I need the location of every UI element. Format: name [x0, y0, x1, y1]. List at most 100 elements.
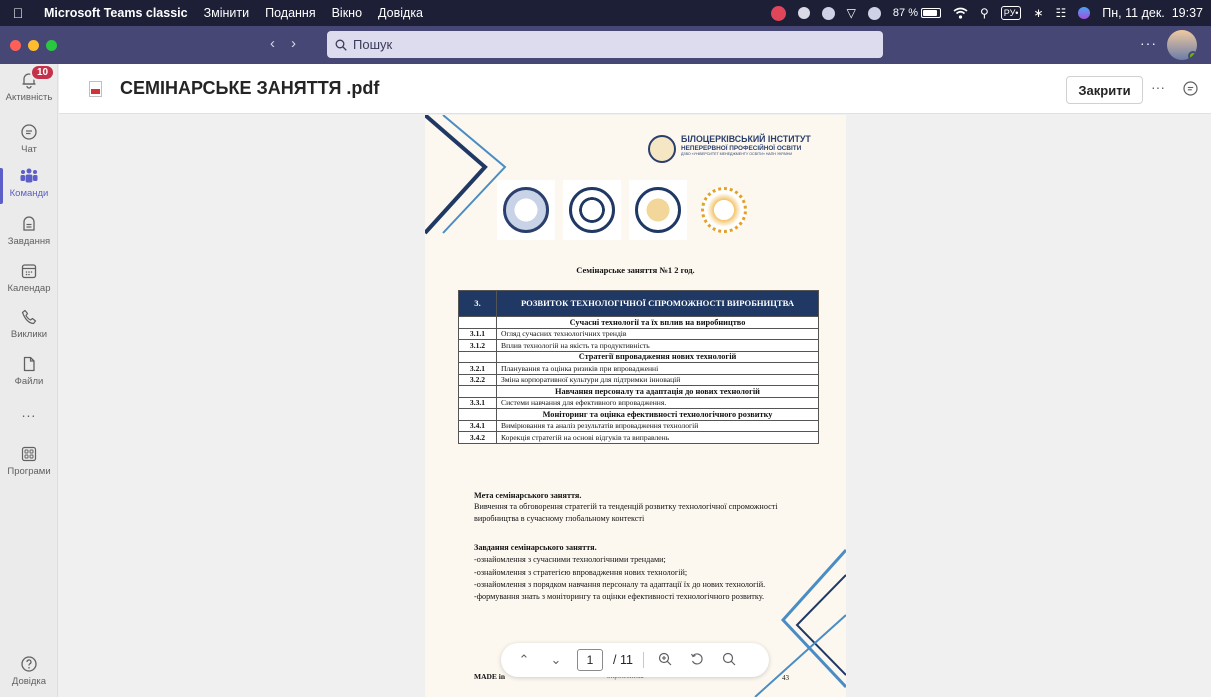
page-number-input[interactable]: 1 — [577, 649, 603, 671]
rail-label-calls: Виклики — [10, 329, 48, 340]
institute-line-3: ДЗВО «УНІВЕРСИТЕТ МЕНЕДЖМЕНТУ ОСВІТИ» НА… — [681, 151, 793, 156]
battery-icon — [920, 8, 941, 18]
file-header: СЕМІНАРСЬКЕ ЗАНЯТТЯ .pdf Закрити ··· — [59, 64, 1211, 114]
battery-indicator[interactable]: 87 % — [893, 7, 941, 19]
vpn-status-icon[interactable]: ▽ — [847, 6, 856, 20]
footer-made-in: MADE in — [474, 672, 506, 681]
tasks-heading: Завдання семінарського заняття. — [474, 543, 597, 552]
program-row-number: 3.1.1 — [458, 327, 497, 340]
pdf-viewer[interactable]: БІЛОЦЕРКІВСЬКИЙ ІНСТИТУТ НЕПЕРЕРВНОЇ ПРО… — [59, 115, 1211, 697]
program-row-topic: Планування та оцінка ризиків при впровад… — [496, 362, 819, 375]
program-subsection-row: Сучасні технології та їх вплив на виробн… — [458, 316, 819, 329]
program-table-header: 3. РОЗВИТОК ТЕХНОЛОГІЧНОЇ СПРОМОЖНОСТІ В… — [458, 290, 819, 317]
program-row-number: 3.4.1 — [458, 419, 497, 432]
cloud-status-icon[interactable] — [867, 6, 881, 20]
table-row: 3.4.2 Корекція стратегій на основі відгук… — [458, 431, 819, 444]
heart-status-icon[interactable] — [770, 5, 786, 21]
table-row: 3.2.1 Планування та оцінка ризиків при вп… — [458, 362, 819, 375]
battery-percent: 87 % — [892, 7, 918, 19]
more-options-icon[interactable]: ··· — [1151, 79, 1165, 95]
partner-logo-3 — [629, 180, 687, 240]
titlebar-more-icon[interactable]: ··· — [1140, 35, 1157, 51]
program-subsection-row: Навчання персоналу та адаптація до нових… — [458, 385, 819, 398]
page-total: / 11 — [613, 653, 633, 667]
footer-page-number: 43 — [782, 674, 789, 682]
presence-available-icon — [1188, 51, 1197, 60]
partner-logos — [497, 180, 753, 240]
search-placeholder: Пошук — [353, 37, 393, 52]
control-center-icon[interactable]: ☷ — [1056, 6, 1067, 20]
program-row-number — [458, 316, 497, 329]
assignments-icon — [19, 214, 39, 234]
program-row-number: 3.2.2 — [458, 373, 497, 386]
rail-item-files[interactable]: Файли — [0, 354, 58, 387]
menu-edit[interactable]: Змінити — [196, 6, 258, 20]
previous-page-icon[interactable]: ⌃ — [513, 652, 535, 668]
siri-icon[interactable] — [1078, 7, 1091, 19]
close-window-button[interactable] — [10, 40, 21, 51]
spotlight-icon[interactable]: ⚲ — [980, 6, 989, 20]
rail-label-teams: Команди — [9, 188, 49, 199]
history-navigation: ‹ › — [270, 35, 296, 52]
table-row: 3.1.1 Огляд сучасних технологічних тренді… — [458, 327, 819, 340]
rail-item-calls[interactable]: Виклики — [0, 307, 58, 340]
program-row-topic: Системи навчання для ефективного впровад… — [496, 396, 819, 409]
rail-label-calendar: Календар — [7, 283, 51, 294]
rail-item-calendar[interactable]: Календар — [0, 261, 58, 294]
institute-line-2: НЕПЕРЕРВНОЇ ПРОФЕСІЙНОЇ ОСВІТИ — [681, 144, 802, 152]
program-subsection-title: Моніторинг та оцінка ефективності технол… — [496, 408, 819, 421]
rail-label-files: Файли — [14, 376, 44, 387]
partner-logo-2 — [563, 180, 621, 240]
program-subsection-title: Навчання персоналу та адаптація до нових… — [496, 385, 819, 398]
minimize-window-button[interactable] — [28, 40, 39, 51]
zoom-window-button[interactable] — [46, 40, 57, 51]
seminar-tasks: Завдання семінарського заняття. -ознайом… — [474, 542, 804, 603]
keyboard-layout-indicator[interactable]: РУ• — [1000, 6, 1022, 20]
search-input[interactable]: Пошук — [327, 31, 883, 58]
institute-logo — [648, 135, 676, 163]
rail-item-assignments[interactable]: Завдання — [0, 214, 58, 247]
next-page-icon[interactable]: ⌄ — [545, 652, 567, 668]
app-bar: 10 Активність Чат Команди Завдання Кален… — [0, 64, 58, 697]
table-row: 3.1.2 Вплив технологій на якість та проду… — [458, 339, 819, 352]
sync-status-icon[interactable] — [821, 6, 835, 20]
rail-item-chat[interactable]: Чат — [0, 122, 58, 155]
program-row-topic: Зміна корпоративної культури для підтрим… — [496, 373, 819, 386]
program-row-number: 3.3.1 — [458, 396, 497, 409]
close-button[interactable]: Закрити — [1066, 76, 1143, 104]
find-in-document-icon[interactable] — [718, 652, 740, 669]
wifi-icon[interactable] — [953, 7, 968, 19]
avatar[interactable] — [1167, 30, 1197, 60]
institute-name: БІЛОЦЕРКІВСЬКИЙ ІНСТИТУТ НЕПЕРЕРВНОЇ ПРО… — [681, 134, 811, 157]
menu-view[interactable]: Подання — [257, 6, 323, 20]
menu-window[interactable]: Вікно — [324, 6, 370, 20]
bluetooth-icon[interactable]: ∗ — [1033, 6, 1043, 20]
apple-icon[interactable]:  — [0, 5, 36, 21]
file-icon — [19, 354, 39, 374]
zoom-in-icon[interactable] — [654, 652, 676, 669]
teams-icon — [19, 166, 39, 186]
shield-status-icon[interactable] — [797, 7, 810, 19]
rail-item-help[interactable]: Довідка — [0, 654, 58, 687]
menubar-datetime[interactable]: Пн, 11 дек. 19:37 — [1102, 6, 1203, 20]
forward-arrow-icon[interactable]: › — [291, 35, 296, 52]
table-row: 3.3.1 Системи навчання для ефективного вп… — [458, 396, 819, 409]
partner-logo-1 — [497, 180, 555, 240]
goal-text: Вивчення та обговорення стратегій та тен… — [474, 502, 778, 523]
activity-badge: 10 — [30, 64, 56, 81]
menu-app-name[interactable]: Microsoft Teams classic — [36, 6, 196, 20]
rail-item-apps[interactable]: Програми — [0, 444, 58, 477]
rotate-icon[interactable] — [686, 652, 708, 669]
rail-item-teams[interactable]: Команди — [0, 166, 58, 204]
back-arrow-icon[interactable]: ‹ — [270, 35, 275, 52]
rail-label-apps: Програми — [7, 466, 51, 477]
battery-fill — [922, 10, 937, 16]
pdf-page: БІЛОЦЕРКІВСЬКИЙ ІНСТИТУТ НЕПЕРЕРВНОЇ ПРО… — [425, 115, 846, 697]
menu-help[interactable]: Довідка — [370, 6, 431, 20]
rail-item-activity[interactable]: 10 Активність — [0, 64, 58, 103]
program-row-number: 3.1.2 — [458, 339, 497, 352]
rail-more-apps-icon[interactable]: ... — [0, 404, 58, 420]
macos-menubar:  Microsoft Teams classic Змінити Поданн… — [0, 0, 1211, 26]
conversation-icon[interactable] — [1182, 80, 1199, 102]
calendar-icon — [19, 261, 39, 281]
